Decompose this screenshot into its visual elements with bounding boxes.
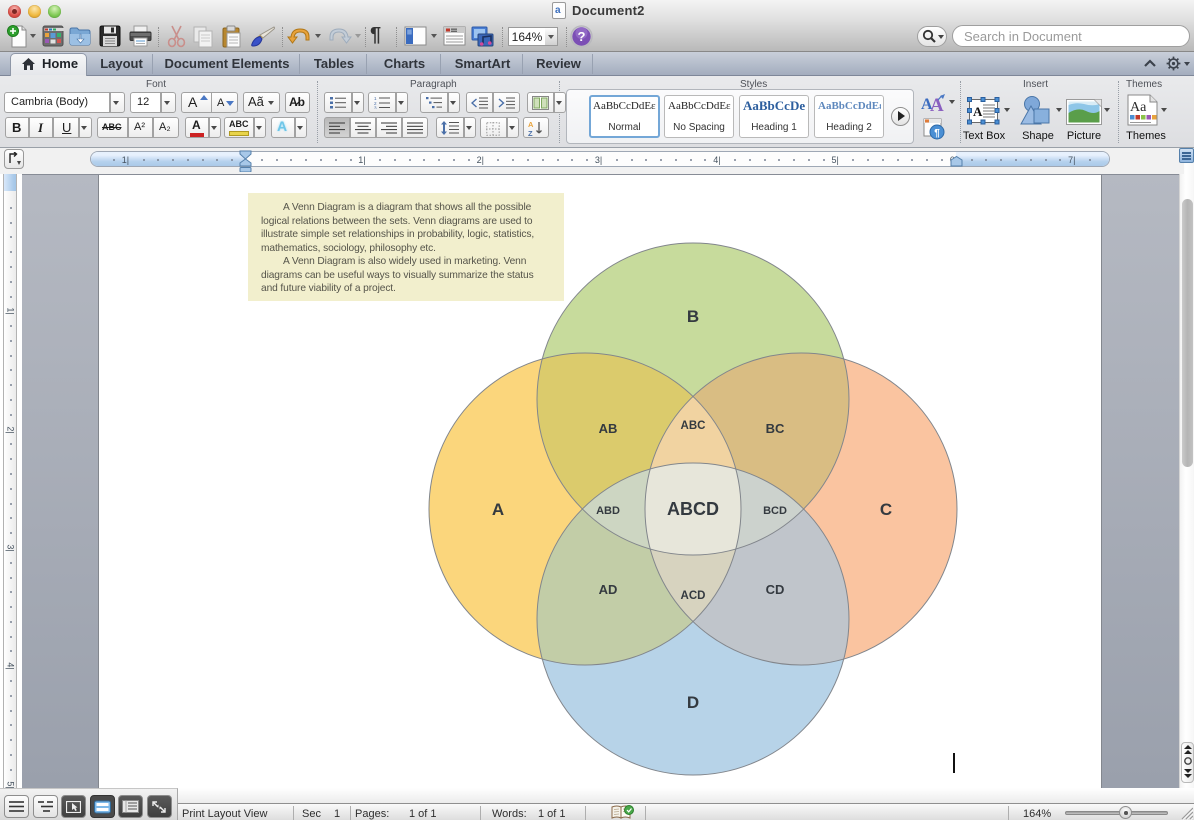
svg-text:A: A bbox=[492, 500, 504, 519]
svg-text:AB: AB bbox=[599, 421, 618, 436]
svg-text:ACD: ACD bbox=[681, 590, 706, 602]
svg-text:ABC: ABC bbox=[681, 420, 706, 432]
svg-text:Aa: Aa bbox=[1130, 100, 1147, 115]
svg-text:ABCD: ABCD bbox=[667, 499, 719, 519]
svg-text:A: A bbox=[973, 104, 983, 119]
svg-text:C: C bbox=[880, 500, 892, 519]
svg-text:?: ? bbox=[578, 29, 586, 44]
svg-text:CD: CD bbox=[766, 582, 785, 597]
svg-text:BCD: BCD bbox=[763, 505, 787, 517]
svg-text:B: B bbox=[687, 307, 699, 326]
svg-text:BC: BC bbox=[766, 421, 785, 436]
svg-text:D: D bbox=[687, 693, 699, 712]
svg-text:AD: AD bbox=[599, 582, 618, 597]
svg-text:ABD: ABD bbox=[596, 505, 620, 517]
